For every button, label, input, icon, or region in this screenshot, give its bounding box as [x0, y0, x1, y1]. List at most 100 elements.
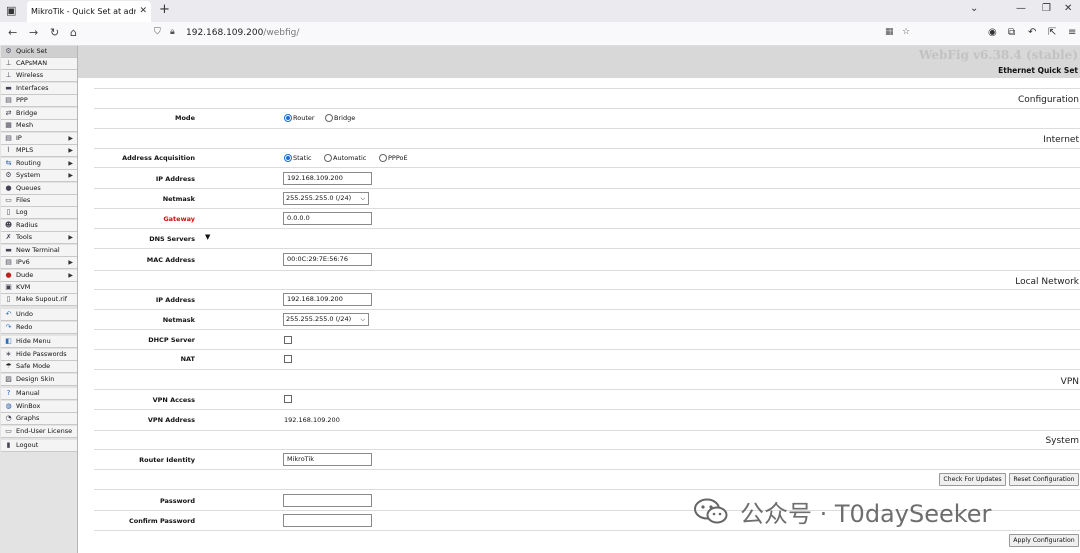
sidebar-item-label: Files [16, 196, 31, 204]
dhcp-server-label: DHCP Server [148, 336, 195, 344]
lan-netmask-select[interactable]: 255.255.255.0 (/24) ⌵ [283, 313, 369, 326]
dns-expand-icon[interactable]: ▼ [205, 233, 210, 241]
submenu-arrow-icon: ▶ [68, 147, 73, 154]
divider [94, 469, 1080, 470]
new-tab-icon[interactable]: + [159, 2, 170, 17]
menu-icon[interactable]: ≡ [1068, 27, 1076, 38]
sidebar-item-log[interactable]: ▯ Log [1, 207, 77, 219]
ipv6-icon: ▤ [5, 258, 12, 266]
sidebar-item-queues[interactable]: ● Queues [1, 183, 77, 195]
acq-pppoe-radio[interactable] [379, 154, 387, 162]
wan-netmask-select[interactable]: 255.255.255.0 (/24) ⌵ [283, 192, 369, 205]
forward-icon[interactable]: → [29, 26, 38, 39]
wechat-logo-icon [694, 498, 728, 524]
sidebar-item-hide-menu[interactable]: ◧ Hide Menu [1, 336, 77, 348]
sidebar-item-radius[interactable]: ☻ Radius [1, 220, 77, 232]
sidebar-item-label: Bridge [16, 109, 38, 117]
sidebar-item-label: Quick Set [16, 47, 48, 55]
sidebar-item-label: WinBox [16, 402, 41, 410]
url-bar[interactable]: ⛉ 🔒︎ 192.168.109.200/webfig/ ▦ ☆ [150, 25, 920, 43]
home-icon[interactable]: ⌂ [70, 26, 77, 39]
mac-address-input[interactable]: 00:0C:29:7E:56:76 [283, 253, 372, 266]
apply-configuration-button[interactable]: Apply Configuration [1009, 534, 1079, 547]
sidebar-item-capsman[interactable]: ⊥ CAPsMAN [1, 58, 77, 70]
sidebar-item-logout[interactable]: ▮ Logout [1, 440, 77, 452]
sidebar-item-routing[interactable]: ⇆ Routing ▶ [1, 158, 77, 170]
tab-close-icon[interactable]: ✕ [139, 1, 147, 22]
shield-icon[interactable]: ⛉ [154, 27, 161, 37]
sidebar-item-graphs[interactable]: ◔ Graphs [1, 413, 77, 425]
sidebar-item-winbox[interactable]: ◍ WinBox [1, 401, 77, 413]
reload-icon[interactable]: ↻ [50, 26, 59, 39]
mac-address-label: MAC Address [146, 256, 195, 264]
acq-automatic-radio[interactable] [324, 154, 332, 162]
sidebar-item-files[interactable]: ▭ Files [1, 195, 77, 207]
bookmark-star-icon[interactable]: ☆ [902, 27, 910, 37]
gateway-input[interactable]: 0.0.0.0 [283, 212, 372, 225]
sidebar-item-hide-passwords[interactable]: ∗ Hide Passwords [1, 349, 77, 361]
redo-icon: ↷ [5, 323, 12, 331]
sidebar-item-quick-set[interactable]: ⚙ Quick Set [1, 46, 77, 58]
header-band: WebFig v6.38.4 (stable) Ethernet Quick S… [78, 46, 1080, 78]
close-window-icon[interactable]: ✕ [1064, 3, 1072, 14]
acq-static-radio[interactable] [284, 154, 292, 162]
lock-icon[interactable]: 🔒︎ [170, 27, 175, 37]
chevron-down-icon: ⌵ [360, 195, 365, 202]
sidebar-item-design-skin[interactable]: ▨ Design Skin [1, 374, 77, 386]
sidebar-item-wireless[interactable]: ⊥ Wireless [1, 70, 77, 82]
sidebar-item-new-terminal[interactable]: ▬ New Terminal [1, 245, 77, 257]
sidebar-item-redo[interactable]: ↷ Redo [1, 322, 77, 334]
tab-overview-icon[interactable]: ▣ [6, 4, 20, 18]
nat-checkbox[interactable] [284, 355, 292, 363]
sidebar-item-label: Design Skin [16, 375, 55, 383]
sidebar-item-ip[interactable]: ▤ IP ▶ [1, 133, 77, 145]
logout-icon: ▮ [6, 441, 11, 449]
sidebar-item-interfaces[interactable]: ▬ Interfaces [1, 83, 77, 95]
mode-bridge-radio[interactable] [325, 114, 333, 122]
sidebar-item-mpls[interactable]: ⌇ MPLS ▶ [1, 145, 77, 157]
lan-ip-input[interactable]: 192.168.109.200 [283, 293, 372, 306]
sidebar-item-make-supout-rif[interactable]: ▯ Make Supout.rif [1, 294, 77, 306]
sidebar-item-end-user-license[interactable]: ▭ End-User License [1, 426, 77, 438]
check-updates-button[interactable]: Check For Updates [939, 473, 1006, 486]
sidebar-item-label: Hide Menu [16, 337, 51, 345]
sidebar-item-safe-mode[interactable]: ☂ Safe Mode [1, 361, 77, 373]
sidebar-item-manual[interactable]: ? Manual [1, 388, 77, 400]
lan-netmask-label: Netmask [162, 316, 195, 324]
maximize-icon[interactable]: ❐ [1042, 3, 1051, 14]
confirm-password-input[interactable] [283, 514, 372, 527]
qr-code-icon[interactable]: ▦ [885, 27, 894, 37]
extension-icon[interactable]: ⧉ [1008, 27, 1015, 38]
browser-tab[interactable]: MikroTik - Quick Set at admin@ ✕ [27, 1, 151, 22]
acq-static-label: Static [293, 154, 312, 162]
back-icon[interactable]: ← [8, 26, 17, 39]
sidebar-item-tools[interactable]: ✗ Tools ▶ [1, 232, 77, 244]
vpn-access-checkbox[interactable] [284, 395, 292, 403]
ip-icon: ▤ [5, 134, 12, 142]
mode-router-radio[interactable] [284, 114, 292, 122]
history-back-icon[interactable]: ↶ [1028, 27, 1036, 38]
sidebar-item-system[interactable]: ⚙ System ▶ [1, 170, 77, 182]
sidebar-item-ipv6[interactable]: ▤ IPv6 ▶ [1, 257, 77, 269]
sidebar-item-dude[interactable]: ● Dude ▶ [1, 270, 77, 282]
sidebar-menu: ⚙ Quick Set ⊥ CAPsMAN ⊥ Wireless ▬ Interfaces ▤ P… [0, 46, 78, 553]
wan-ip-input[interactable]: 192.168.109.200 [283, 172, 372, 185]
reset-configuration-button[interactable]: Reset Configuration [1009, 473, 1079, 486]
dhcp-server-checkbox[interactable] [284, 336, 292, 344]
sidebar-item-label: Mesh [16, 121, 34, 129]
tab-list-icon[interactable]: ⌄ [970, 3, 978, 14]
share-icon[interactable]: ⇱ [1048, 27, 1056, 38]
password-input[interactable] [283, 494, 372, 507]
sidebar-item-bridge[interactable]: ⇄ Bridge [1, 108, 77, 120]
minimize-icon[interactable]: — [1016, 3, 1026, 14]
license-icon: ▭ [5, 427, 12, 435]
sidebar-item-label: IP [16, 134, 22, 142]
sidebar-item-kvm[interactable]: ▣ KVM [1, 282, 77, 294]
sidebar-item-mesh[interactable]: ▦ Mesh [1, 120, 77, 132]
account-icon[interactable]: ◉ [988, 27, 997, 38]
router-identity-input[interactable]: MikroTik [283, 453, 372, 466]
sidebar-item-ppp[interactable]: ▤ PPP [1, 95, 77, 107]
sidebar-item-undo[interactable]: ↶ Undo [1, 309, 77, 321]
sidebar-item-label: Queues [16, 184, 41, 192]
vpn-address-value: 192.168.109.200 [284, 416, 340, 424]
